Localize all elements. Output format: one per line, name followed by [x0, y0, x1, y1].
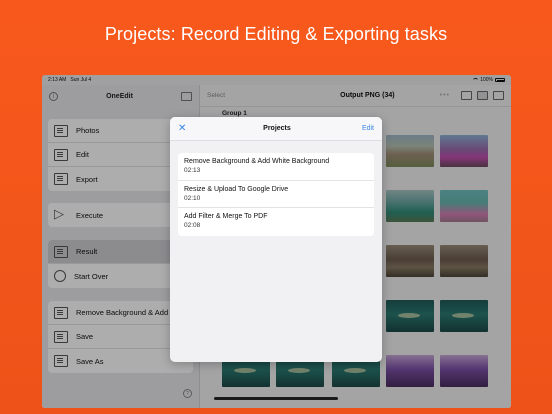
project-row[interactable]: Resize & Upload To Google Drive 02:10	[178, 181, 374, 208]
project-name: Add Filter & Merge To PDF	[184, 213, 268, 220]
project-list: Remove Background & Add White Background…	[178, 153, 374, 236]
project-name: Remove Background & Add White Background	[184, 158, 330, 165]
project-duration: 02:10	[184, 194, 201, 202]
modal-header: ✕ Projects Edit	[170, 117, 382, 141]
project-duration: 02:13	[184, 167, 201, 174]
project-row[interactable]: Add Filter & Merge To PDF 02:08	[178, 208, 374, 236]
headline: Projects: Record Editing & Exporting tas…	[104, 24, 448, 44]
projects-modal: ✕ Projects Edit Remove Background & Add …	[170, 117, 382, 362]
close-icon[interactable]: ✕	[178, 123, 192, 134]
edit-button[interactable]: Edit	[362, 125, 374, 132]
project-row[interactable]: Remove Background & Add White Background…	[178, 153, 374, 181]
home-indicator[interactable]	[214, 397, 338, 400]
project-name: Resize & Upload To Google Drive	[184, 185, 289, 193]
project-duration: 02:08	[184, 222, 201, 229]
modal-title: Projects	[263, 125, 291, 132]
